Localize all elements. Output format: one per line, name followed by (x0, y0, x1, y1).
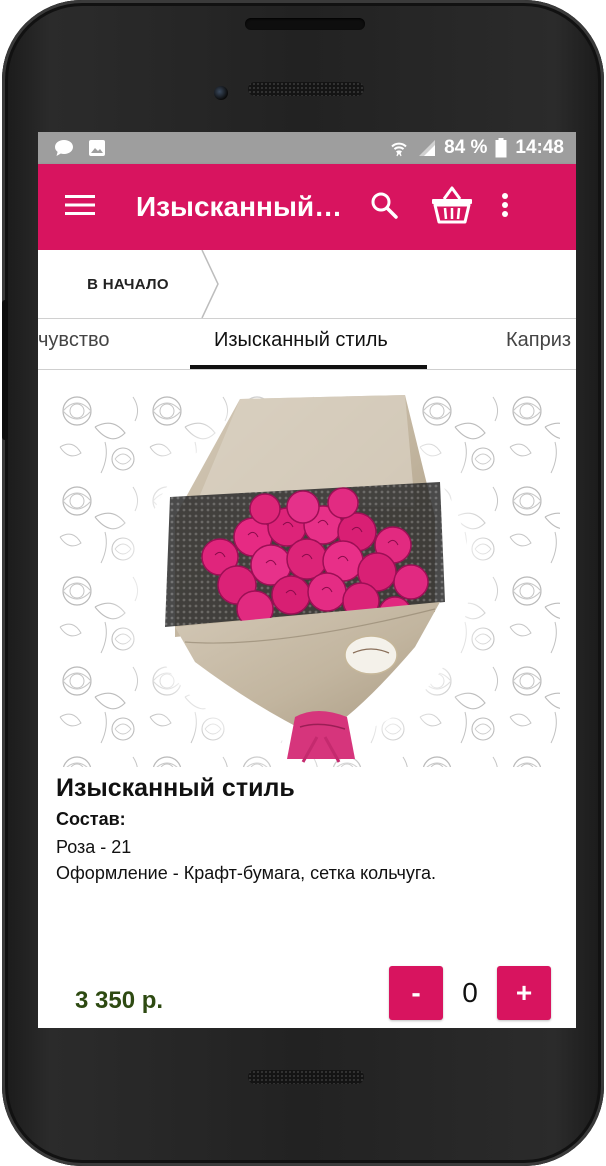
breadcrumb: В НАЧАЛО (38, 250, 576, 319)
chat-icon (54, 139, 74, 157)
composition-line: Оформление - Крафт-бумага, сетка кольчуг… (56, 863, 437, 883)
search-button[interactable] (360, 183, 408, 231)
chevron-right-icon (201, 250, 219, 318)
phone-frame: 84 % 14:48 Изысканный… В НАЧАЛО чувство … (2, 0, 604, 1166)
bottom-speaker (248, 1070, 364, 1084)
quantity-value: 0 (462, 977, 478, 1008)
composition-line: Роза - 21 (56, 837, 132, 857)
wifi-icon (388, 138, 410, 158)
more-vert-icon (501, 192, 509, 223)
battery-percent: 84 % (444, 137, 488, 158)
front-camera (214, 86, 228, 100)
product-image[interactable] (55, 387, 560, 767)
app-bar: Изысканный… (38, 164, 576, 250)
top-edge (245, 18, 365, 30)
earpiece-speaker (248, 82, 364, 96)
decrease-quantity-button[interactable]: - (389, 966, 443, 1020)
product-title: Изысканный стиль (56, 774, 295, 802)
increase-quantity-button[interactable]: + (497, 966, 551, 1020)
image-icon (88, 139, 106, 157)
tab-active[interactable]: Изысканный стиль (214, 329, 388, 352)
tab-indicator (190, 365, 427, 369)
signal-icon (418, 139, 436, 157)
cart-button[interactable] (428, 183, 476, 231)
basket-icon (430, 185, 474, 230)
menu-button[interactable] (60, 187, 100, 227)
clock: 14:48 (515, 137, 564, 158)
category-tabs: чувство Изысканный стиль Каприз (38, 319, 576, 370)
composition-label: Состав: (56, 809, 126, 829)
tab-next[interactable]: Каприз (506, 329, 571, 352)
product-price: 3 350 р. (75, 987, 164, 1014)
search-icon (370, 191, 398, 224)
tab-prev[interactable]: чувство (38, 329, 110, 352)
battery-icon (495, 138, 507, 158)
screen: 84 % 14:48 Изысканный… В НАЧАЛО чувство … (38, 132, 576, 1028)
breadcrumb-home[interactable]: В НАЧАЛО (38, 250, 218, 318)
status-bar: 84 % 14:48 (38, 132, 576, 164)
menu-icon (65, 194, 95, 221)
side-button (2, 300, 8, 440)
app-title: Изысканный… (136, 191, 343, 222)
overflow-menu-button[interactable] (490, 183, 520, 231)
